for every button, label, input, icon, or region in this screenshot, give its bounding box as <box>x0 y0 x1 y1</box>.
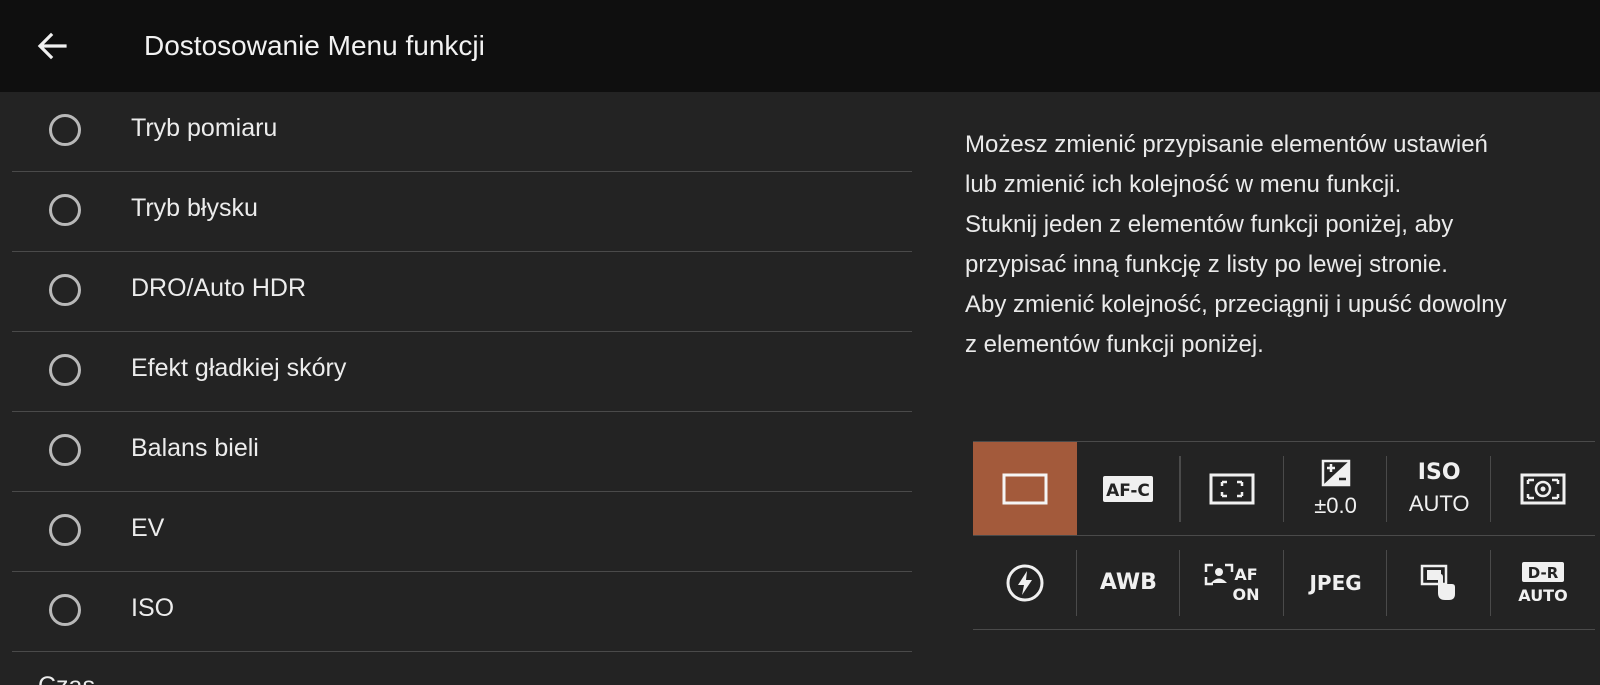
function-slot-dro[interactable]: D-R AUTO <box>1491 536 1595 629</box>
instruction-line: Aby zmienić kolejność, przeciągnij i upu… <box>965 291 1507 318</box>
radio-button[interactable] <box>49 114 81 146</box>
svg-text:AF: AF <box>1234 565 1257 584</box>
instruction-line: z elementów funkcji poniżej. <box>965 331 1264 358</box>
function-slot-file-format[interactable]: JPEG <box>1284 536 1388 629</box>
list-item-tryb-pomiaru[interactable]: Tryb pomiaru <box>12 92 912 172</box>
list-item-label: ISO <box>131 594 175 622</box>
list-item-label: DRO/Auto HDR <box>131 274 307 302</box>
radio-button[interactable] <box>49 594 81 626</box>
instruction-line: lub zmienić ich kolejność w menu funkcji… <box>965 171 1402 198</box>
af-c-focus-mode-icon: AF-C <box>1103 475 1154 502</box>
exposure-comp-icon <box>1321 459 1350 486</box>
radio-button[interactable] <box>49 274 81 306</box>
svg-text:AUTO: AUTO <box>1518 586 1567 605</box>
list-item-label: Tryb błysku <box>131 194 258 222</box>
top-app-bar: Dostosowanie Menu funkcji <box>0 0 1600 92</box>
list-item-label: Efekt gładkiej skóry <box>131 354 347 382</box>
svg-text:D-R: D-R <box>1528 564 1559 582</box>
radio-button[interactable] <box>49 514 81 546</box>
file-format-icon: JPEG <box>1309 570 1362 595</box>
list-item-tryb-blysku[interactable]: Tryb błysku <box>12 172 912 252</box>
function-slot-drive-mode[interactable] <box>973 442 1077 535</box>
list-item-label: Balans bieli <box>131 434 259 462</box>
list-item-partial[interactable]: Czas... <box>38 672 116 685</box>
instruction-line: Możesz zmienić przypisanie elementów ust… <box>965 131 1488 158</box>
function-slot-face-eye-af[interactable]: AF ON <box>1180 536 1284 629</box>
list-item-balans-bieli[interactable]: Balans bieli <box>12 412 912 492</box>
function-menu-grid: AF-C ±0.0 ISO AUTO AWB AF ON JPEG D-R AU… <box>973 441 1595 631</box>
instruction-line: Stuknij jeden z elementów funkcji poniże… <box>965 211 1454 238</box>
exposure-value: ±0.0 <box>1314 492 1357 518</box>
instruction-line: przypisać inną funkcję z listy po lewej … <box>965 251 1448 278</box>
function-slot-exposure-comp[interactable]: ±0.0 <box>1284 442 1388 535</box>
radio-button[interactable] <box>49 434 81 466</box>
function-grid-row-1: AF-C ±0.0 ISO AUTO <box>973 442 1595 536</box>
radio-button[interactable] <box>49 194 81 226</box>
page-title: Dostosowanie Menu funkcji <box>144 30 485 61</box>
function-slot-iso[interactable]: ISO AUTO <box>1387 442 1491 535</box>
drive-mode-single-icon <box>1002 473 1048 504</box>
function-list[interactable]: Tryb pomiaru Tryb błysku DRO/Auto HDR Ef… <box>0 92 912 685</box>
back-arrow-icon <box>37 32 67 60</box>
function-grid-row-2: AWB AF ON JPEG D-R AUTO <box>973 536 1595 630</box>
face-eye-af-icon: AF ON <box>1204 563 1259 603</box>
metering-mode-icon <box>1520 473 1566 504</box>
function-slot-touch-function[interactable] <box>1387 536 1491 629</box>
list-item-iso[interactable]: ISO <box>12 572 912 652</box>
touch-function-icon <box>1420 564 1456 600</box>
list-item-dro-auto-hdr[interactable]: DRO/Auto HDR <box>12 252 912 332</box>
focus-area-icon <box>1209 473 1255 504</box>
white-balance-icon: AWB <box>1099 570 1157 595</box>
list-item-ev[interactable]: EV <box>12 492 912 572</box>
iso-icon: ISO <box>1417 460 1461 485</box>
function-slot-focus-mode[interactable]: AF-C <box>1077 442 1181 535</box>
function-slot-flash-mode[interactable] <box>973 536 1077 629</box>
list-item-efekt-gladkiej-skory[interactable]: Efekt gładkiej skóry <box>12 332 912 412</box>
back-button[interactable] <box>30 26 74 66</box>
function-slot-focus-area[interactable] <box>1180 442 1284 535</box>
radio-button[interactable] <box>49 354 81 386</box>
function-slot-metering-mode[interactable] <box>1491 442 1595 535</box>
list-item-label: EV <box>131 514 165 542</box>
flash-mode-icon <box>1006 564 1044 601</box>
svg-text:ON: ON <box>1232 585 1259 603</box>
svg-text:AF-C: AF-C <box>1107 481 1151 501</box>
list-item-label: Tryb pomiaru <box>131 114 278 142</box>
instructions-text: Możesz zmienić przypisanie elementów ust… <box>965 125 1585 365</box>
dro-auto-icon: D-R AUTO <box>1518 561 1567 605</box>
function-slot-white-balance[interactable]: AWB <box>1077 536 1181 629</box>
iso-value: AUTO <box>1408 491 1470 516</box>
